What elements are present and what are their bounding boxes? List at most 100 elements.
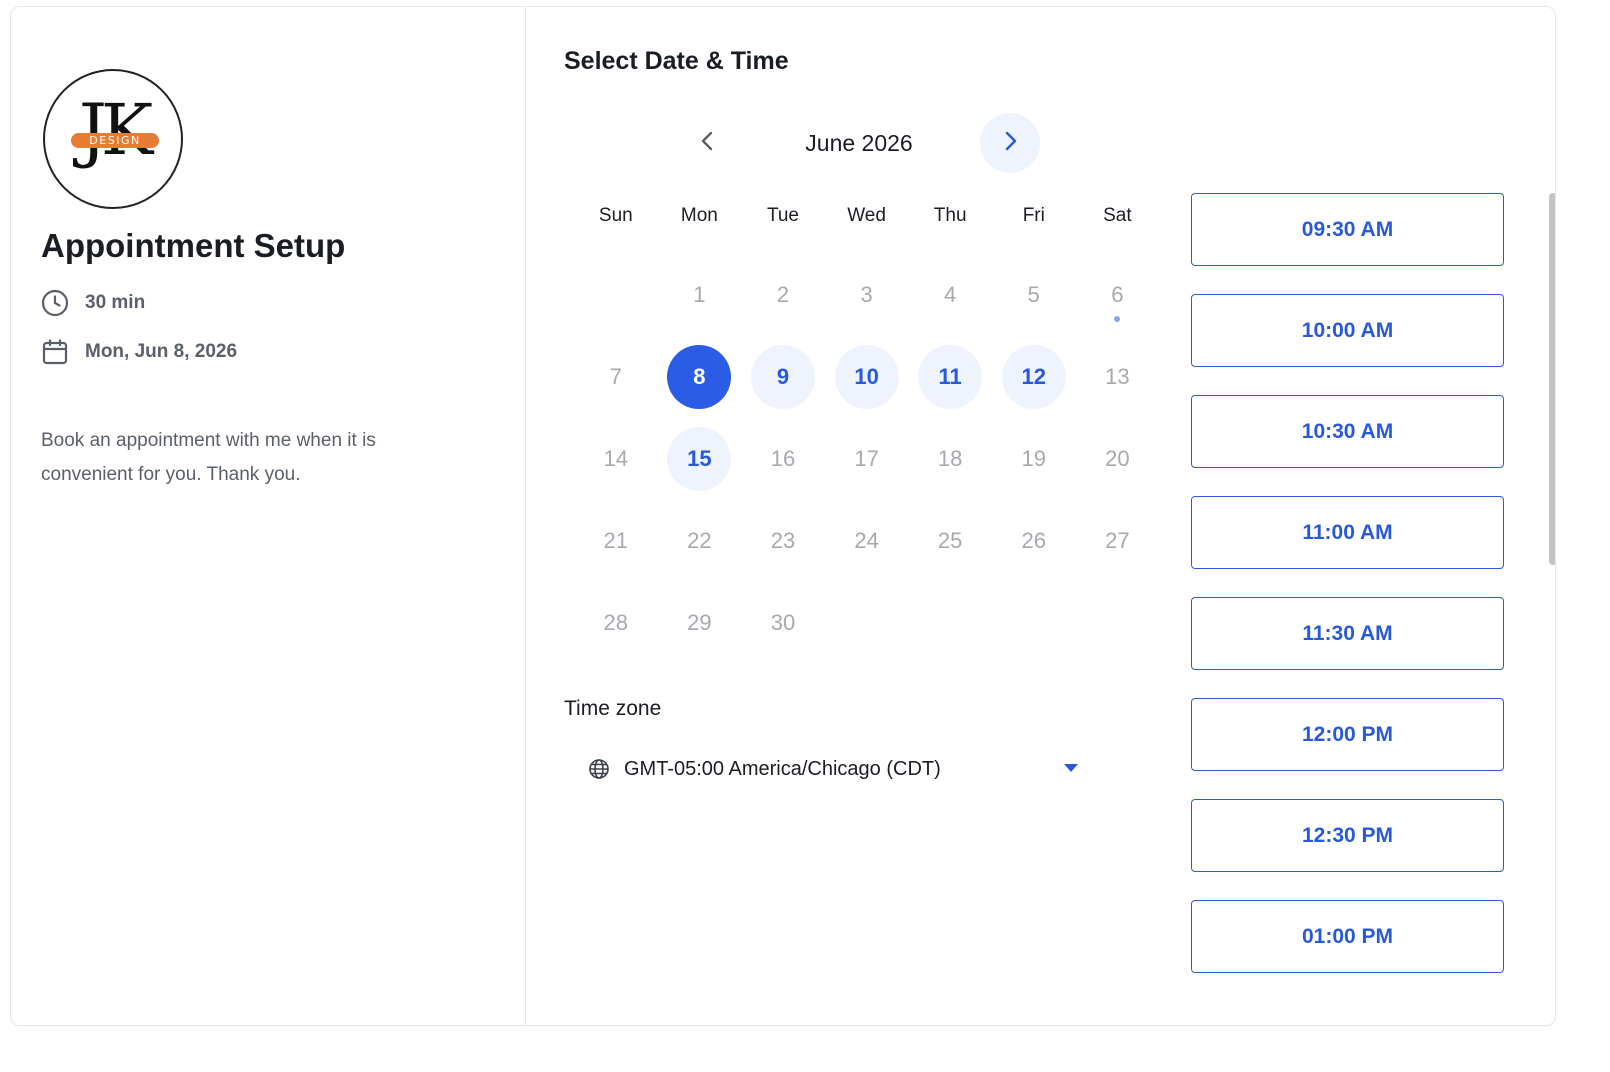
month-navigation: June 2026 xyxy=(678,113,1040,173)
previous-month-button[interactable] xyxy=(678,113,738,173)
calendar-day: 21 xyxy=(574,500,658,582)
scheduler-panel: Select Date & Time June 2026 Sun Mon Tue… xyxy=(526,7,1555,1025)
calendar-day-number: 16 xyxy=(770,446,796,471)
date-row: Mon, Jun 8, 2026 xyxy=(41,338,237,366)
calendar-day-number: 10 xyxy=(834,345,899,409)
calendar-day-number: 8 xyxy=(667,345,732,409)
calendar-day: 13 xyxy=(1076,336,1160,418)
calendar-day-number: 19 xyxy=(1021,446,1046,471)
booking-card: JK DESIGN Appointment Setup 30 min Mon, … xyxy=(10,6,1556,1026)
calendar-day[interactable]: 9 xyxy=(741,336,825,418)
time-slot-button[interactable]: 12:30 PM xyxy=(1191,799,1504,872)
weekday-label: Sat xyxy=(1103,205,1132,226)
calendar-days: 1 2 3 4 5 6 7 8 9 10 11 12 13 14 15 16 17 18 19 20 21 22 23 24 2… xyxy=(574,254,1160,664)
timezone-value: GMT-05:00 America/Chicago (CDT) xyxy=(624,757,941,780)
calendar-day-number: 21 xyxy=(603,528,629,553)
timezone-label: Time zone xyxy=(564,697,662,720)
calendar-grid: Sun Mon Tue Wed Thu Fri Sat 1 2 3 4 5 6 7 8 9 10 11 12 13 1… xyxy=(574,193,1160,664)
calendar-day-number: 1 xyxy=(693,282,706,307)
calendar-day-number: 13 xyxy=(1105,364,1130,389)
time-slot-button[interactable]: 11:00 AM xyxy=(1191,496,1504,569)
weekday-label: Mon xyxy=(680,205,718,226)
calendar-day: 30 xyxy=(741,582,825,664)
calendar-empty-cell xyxy=(574,254,658,336)
selected-date-text: Mon, Jun 8, 2026 xyxy=(85,341,238,362)
calendar-day-number: 30 xyxy=(770,610,796,635)
calendar-day-number: 2 xyxy=(776,282,790,307)
brand-logo: JK DESIGN xyxy=(43,69,183,209)
weekday-label: Wed xyxy=(847,205,886,226)
calendar-day-number: 14 xyxy=(603,446,629,471)
time-slot-button[interactable]: 10:00 AM xyxy=(1191,294,1504,367)
time-slot-button[interactable]: 10:30 AM xyxy=(1191,395,1504,468)
calendar-day-number: 7 xyxy=(609,364,622,389)
chevron-left-icon xyxy=(697,130,719,157)
calendar-day: 17 xyxy=(825,418,909,500)
calendar-day-number: 27 xyxy=(1105,528,1130,553)
time-slot-list: 09:30 AM 10:00 AM 10:30 AM 11:00 AM 11:30 AM… xyxy=(1191,193,1504,1001)
calendar-day: 25 xyxy=(908,500,992,582)
time-slot-button[interactable]: 09:30 AM xyxy=(1191,193,1504,266)
chevron-right-icon xyxy=(999,130,1021,157)
calendar-day-number: 5 xyxy=(1027,282,1040,307)
caret-down-icon xyxy=(1064,764,1078,772)
brand-logo-band: DESIGN xyxy=(71,133,159,148)
calendar-day: 29 xyxy=(658,582,742,664)
calendar-day-number: 22 xyxy=(687,528,712,553)
calendar-day-number: 26 xyxy=(1021,528,1046,553)
calendar-day: 5 xyxy=(992,254,1076,336)
calendar-day: 27 xyxy=(1076,500,1160,582)
calendar-day: 1 xyxy=(658,254,742,336)
timezone-select[interactable]: GMT-05:00 America/Chicago (CDT) xyxy=(588,747,1078,791)
event-details-panel: JK DESIGN Appointment Setup 30 min Mon, … xyxy=(11,7,526,1025)
calendar-day[interactable]: 10 xyxy=(825,336,909,418)
calendar-day[interactable]: 8 xyxy=(658,336,742,418)
time-slot-button[interactable]: 11:30 AM xyxy=(1191,597,1504,670)
clock-icon xyxy=(41,289,69,317)
calendar-day: 3 xyxy=(825,254,909,336)
month-label: June 2026 xyxy=(805,130,913,156)
calendar-day-number: 18 xyxy=(937,446,963,471)
calendar-day-number: 25 xyxy=(937,528,963,553)
calendar-day-number: 20 xyxy=(1105,446,1130,471)
calendar-day: 23 xyxy=(741,500,825,582)
calendar-icon xyxy=(41,338,69,366)
calendar-day: 26 xyxy=(992,500,1076,582)
event-title: Appointment Setup xyxy=(41,227,346,264)
calendar-day: 7 xyxy=(574,336,658,418)
calendar-day-number: 9 xyxy=(750,345,815,409)
calendar-day: 19 xyxy=(992,418,1076,500)
calendar-day-number: 15 xyxy=(667,427,732,491)
time-slot-button[interactable]: 12:00 PM xyxy=(1191,698,1504,771)
calendar-day[interactable]: 11 xyxy=(908,336,992,418)
globe-icon xyxy=(588,758,610,780)
next-month-button[interactable] xyxy=(980,113,1040,173)
weekday-label: Tue xyxy=(766,205,799,226)
duration-row: 30 min xyxy=(41,289,145,317)
calendar-day: 14 xyxy=(574,418,658,500)
calendar-day-number: 23 xyxy=(770,528,796,553)
calendar-day[interactable]: 15 xyxy=(658,418,742,500)
calendar-day: 6 xyxy=(1076,254,1160,336)
weekday-label: Fri xyxy=(1022,205,1045,226)
duration-text: 30 min xyxy=(85,292,146,313)
calendar-day-number: 3 xyxy=(860,282,873,307)
weekday-label: Sun xyxy=(598,205,633,226)
calendar-day[interactable]: 12 xyxy=(992,336,1076,418)
calendar-day: 24 xyxy=(825,500,909,582)
calendar-day: 18 xyxy=(908,418,992,500)
calendar-day-number: 29 xyxy=(687,610,712,635)
calendar-day: 2 xyxy=(741,254,825,336)
time-slot-scrollbar[interactable] xyxy=(1549,193,1555,565)
calendar-day: 28 xyxy=(574,582,658,664)
calendar-day-number: 28 xyxy=(603,610,629,635)
time-slot-button[interactable]: 01:00 PM xyxy=(1191,900,1504,973)
brand-logo-letters: JK xyxy=(78,89,153,171)
select-date-time-heading: Select Date & Time xyxy=(564,47,789,75)
calendar-day: 16 xyxy=(741,418,825,500)
calendar-day-number: 12 xyxy=(1001,345,1066,409)
calendar-day: 20 xyxy=(1076,418,1160,500)
calendar-day-number: 4 xyxy=(944,282,957,307)
calendar-day-number: 17 xyxy=(854,446,879,471)
calendar-day-number: 11 xyxy=(918,345,983,409)
